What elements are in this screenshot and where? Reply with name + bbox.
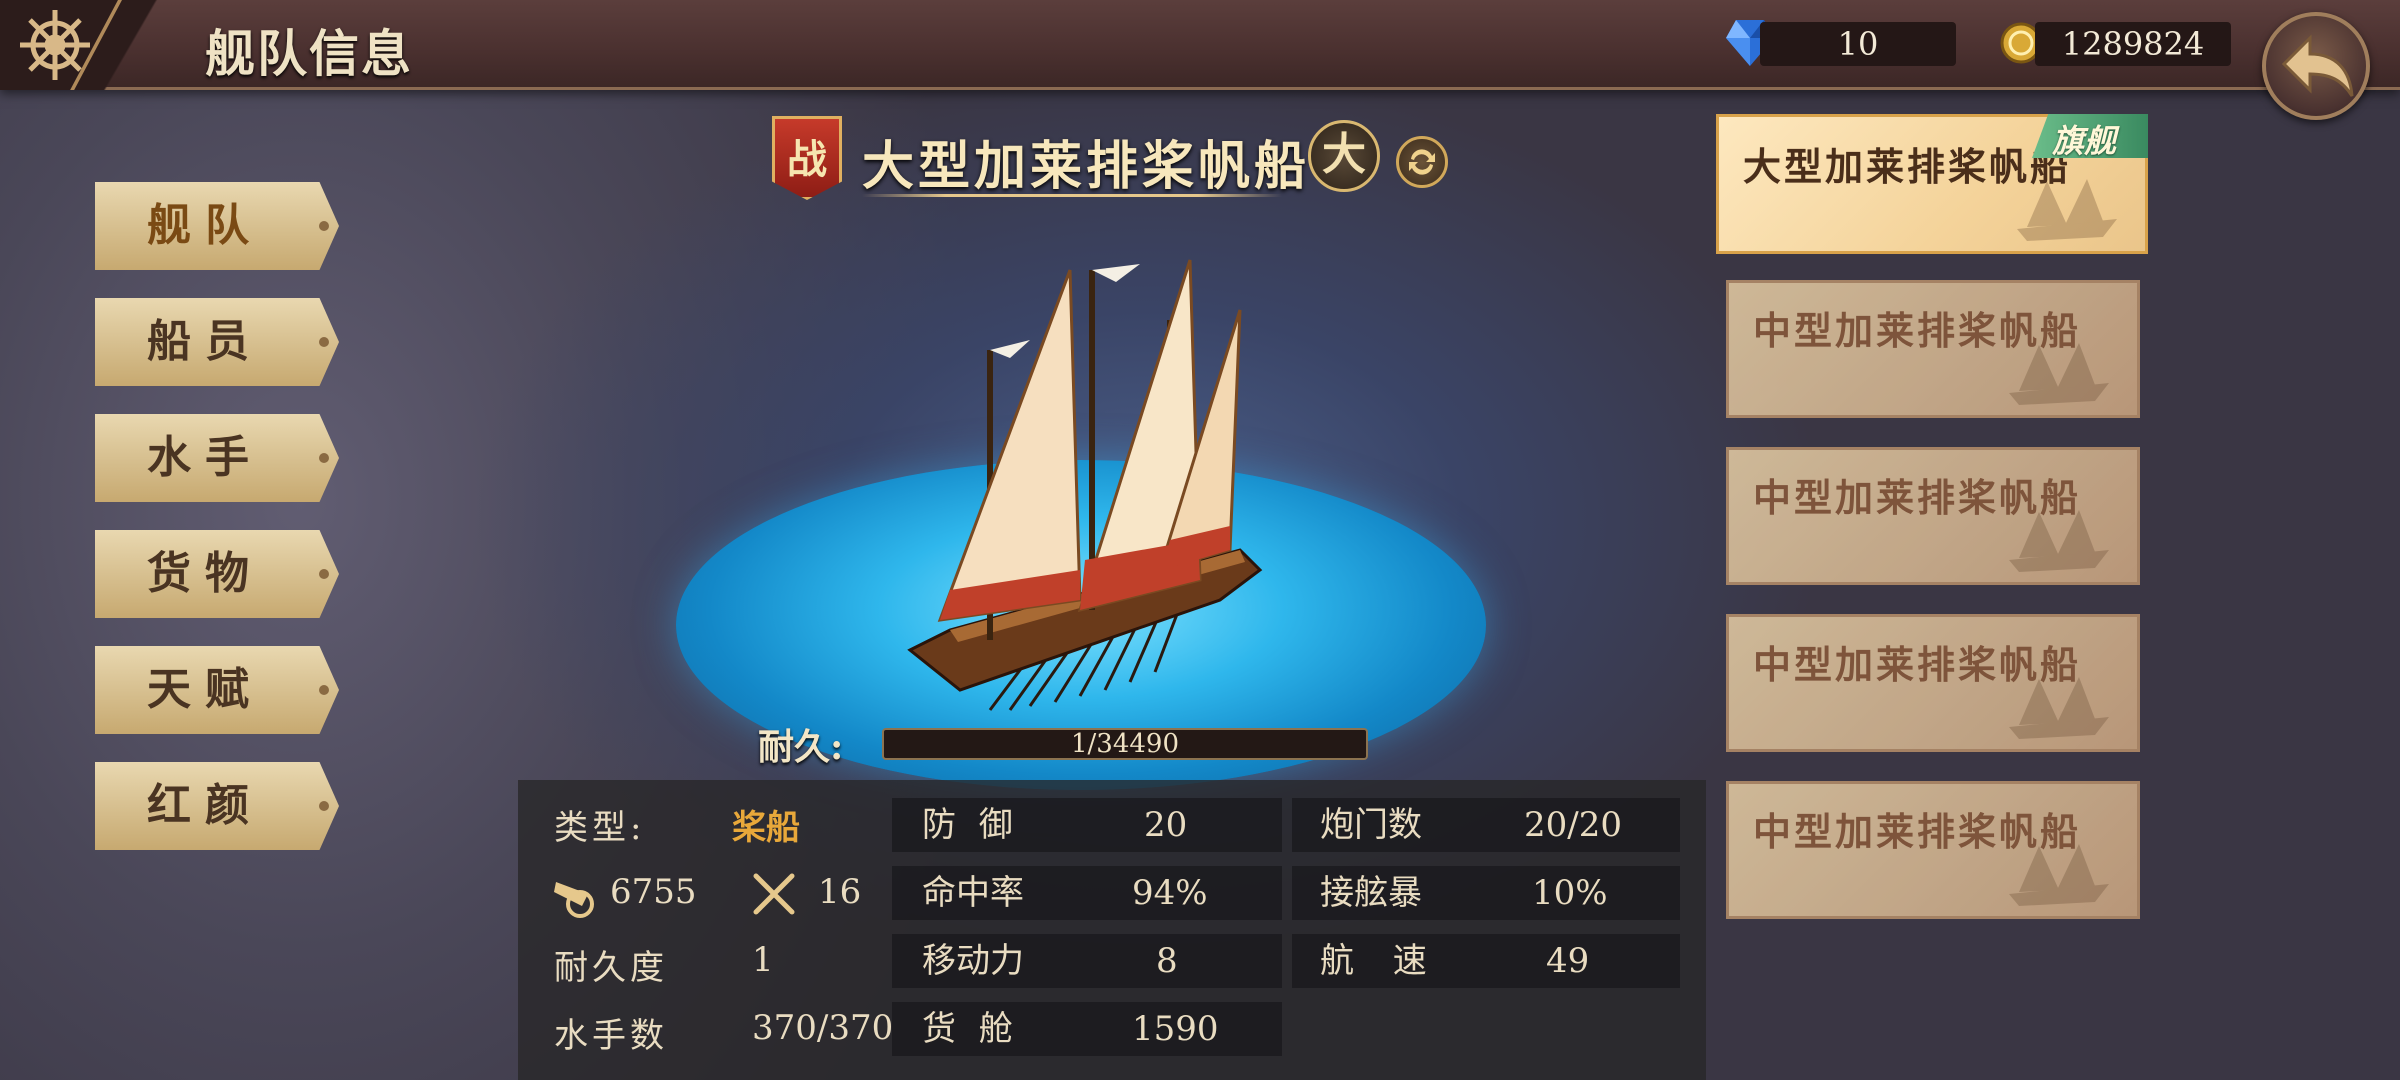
durability-label: 耐久:: [758, 726, 844, 768]
menu-talent[interactable]: 天赋: [95, 646, 339, 734]
durability-value: 1/34490: [1070, 729, 1179, 759]
flagship-ribbon-label: 旗舰: [2052, 122, 2117, 160]
coins-counter: 1289824: [2035, 22, 2231, 66]
cannon-row: 炮门数 20/20: [1292, 798, 1680, 852]
ship-silhouette-icon: [2009, 343, 2109, 405]
mobility-label: 移动力: [922, 941, 1024, 981]
type-value: 桨船: [732, 808, 800, 848]
boarding-value: 10%: [1532, 873, 1608, 913]
menu-talent-label: 天赋: [147, 664, 263, 715]
crossed-swords-icon: [753, 873, 795, 915]
menu-companion[interactable]: 红颜: [95, 762, 339, 850]
cargo-label: 货 舱: [922, 1009, 1019, 1049]
swap-ship-button[interactable]: [1396, 136, 1448, 188]
durability-bar: 1/34490: [882, 728, 1368, 760]
type-label: 类型:: [554, 808, 646, 848]
ship-model: [907, 259, 1263, 711]
fleet-card-5[interactable]: 中型加莱排桨帆船: [1726, 781, 2140, 919]
cannon-icon: [554, 882, 594, 918]
back-arrow-icon: [2281, 34, 2354, 97]
accuracy-value: 94%: [1132, 873, 1208, 913]
ship-name-underline: [862, 194, 1282, 197]
back-button[interactable]: [2262, 12, 2370, 120]
gems-counter: 10: [1760, 22, 1956, 66]
cannon-label: 炮门数: [1320, 805, 1422, 845]
menu-companion-label: 红颜: [147, 780, 263, 831]
top-bar: 舰队信息 10 1289824: [0, 0, 2400, 90]
menu-fleet-label: 舰队: [147, 200, 263, 251]
durability-stat-label: 耐久度: [554, 948, 668, 988]
melee-value: 16: [818, 872, 862, 912]
menu-sailors-label: 水手: [147, 432, 263, 483]
ship-silhouette-icon: [2017, 179, 2117, 241]
ship-silhouette-icon: [2009, 510, 2109, 572]
sailors-label: 水手数: [554, 1016, 668, 1056]
cargo-value: 1590: [1132, 1009, 1219, 1049]
war-badge: 战: [772, 116, 842, 200]
cargo-row: 货 舱 1590: [892, 1002, 1282, 1056]
ship-name: 大型加莱排桨帆船: [862, 136, 1311, 197]
defense-value: 20: [1144, 805, 1188, 845]
speed-value: 49: [1546, 941, 1590, 981]
menu-fleet[interactable]: 舰队: [95, 182, 339, 270]
accuracy-row: 命中率 94%: [892, 866, 1282, 920]
fleet-card-4[interactable]: 中型加莱排桨帆船: [1726, 614, 2140, 752]
fleet-card-2[interactable]: 中型加莱排桨帆船: [1726, 280, 2140, 418]
fleet-card-3[interactable]: 中型加莱排桨帆船: [1726, 447, 2140, 585]
swap-icon: [1409, 149, 1435, 175]
mobility-row: 移动力 8: [892, 934, 1282, 988]
menu-cargo[interactable]: 货物: [95, 530, 339, 618]
accuracy-label: 命中率: [922, 873, 1024, 913]
speed-label: 航 速: [1320, 941, 1441, 981]
durability-stat-value: 1: [752, 940, 774, 980]
boarding-row: 接舷暴 10%: [1292, 866, 1680, 920]
menu-crew[interactable]: 船员: [95, 298, 339, 386]
fleet-card-1[interactable]: 大型加莱排桨帆船 旗舰: [1716, 114, 2148, 254]
war-badge-label: 战: [787, 136, 827, 183]
sailors-value: 370/370: [752, 1008, 894, 1048]
mobility-value: 8: [1156, 941, 1178, 981]
defense-row: 防 御 20: [892, 798, 1282, 852]
page-title: 舰队信息: [205, 24, 413, 83]
menu-sailors[interactable]: 水手: [95, 414, 339, 502]
cannon-value: 20/20: [1524, 805, 1622, 845]
ship-size-badge: 大: [1308, 120, 1380, 192]
stats-panel: 类型: 桨船 6755 16 耐久度 1 水手数 370/370 防 御 20 …: [518, 780, 1706, 1080]
flagship-ribbon: 旗舰: [2032, 114, 2148, 158]
firepower-value: 6755: [610, 872, 697, 912]
menu-cargo-label: 货物: [147, 548, 263, 599]
defense-label: 防 御: [922, 805, 1019, 845]
speed-row: 航 速 49: [1292, 934, 1680, 988]
menu-crew-label: 船员: [147, 316, 263, 367]
ship-silhouette-icon: [2009, 844, 2109, 906]
ship-silhouette-icon: [2009, 677, 2109, 739]
boarding-label: 接舷暴: [1320, 873, 1422, 913]
